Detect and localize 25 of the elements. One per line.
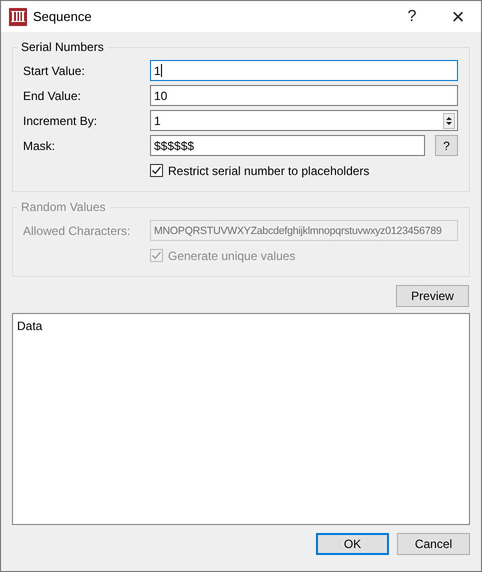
field-label: Start Value: [23,64,86,78]
input-field[interactable]: 10 [150,85,458,106]
checkbox-label: Restrict serial number to placeholders [168,164,370,178]
close-button[interactable]: × [435,1,481,32]
dialog-button[interactable]: Cancel [397,533,470,555]
spin-field[interactable]: 1 [150,110,458,131]
help-button[interactable]: ? [435,135,458,156]
field-label: Increment By: [23,114,98,128]
group-title: Random Values [20,200,106,214]
group-title: Serial Numbers [20,40,105,54]
help-button[interactable]: ? [389,1,435,32]
input-field[interactable]: 1 [150,60,458,81]
data-text: Data [17,319,42,333]
field-label: Allowed Characters: [23,224,132,238]
data-text-area[interactable]: Data [12,313,470,525]
app-logo-icon [9,8,27,26]
input-field[interactable]: $$$$$$ [150,135,425,156]
checkbox-label: Generate unique values [168,248,296,262]
field-label: Mask: [23,138,56,152]
window-title: Sequence [33,9,93,24]
dialog-button[interactable]: OK [316,533,389,555]
preview-button[interactable]: Preview [396,285,469,307]
field-label: End Value: [23,88,82,102]
checkbox[interactable] [150,164,163,177]
spin-arrows-icon[interactable] [443,112,455,128]
